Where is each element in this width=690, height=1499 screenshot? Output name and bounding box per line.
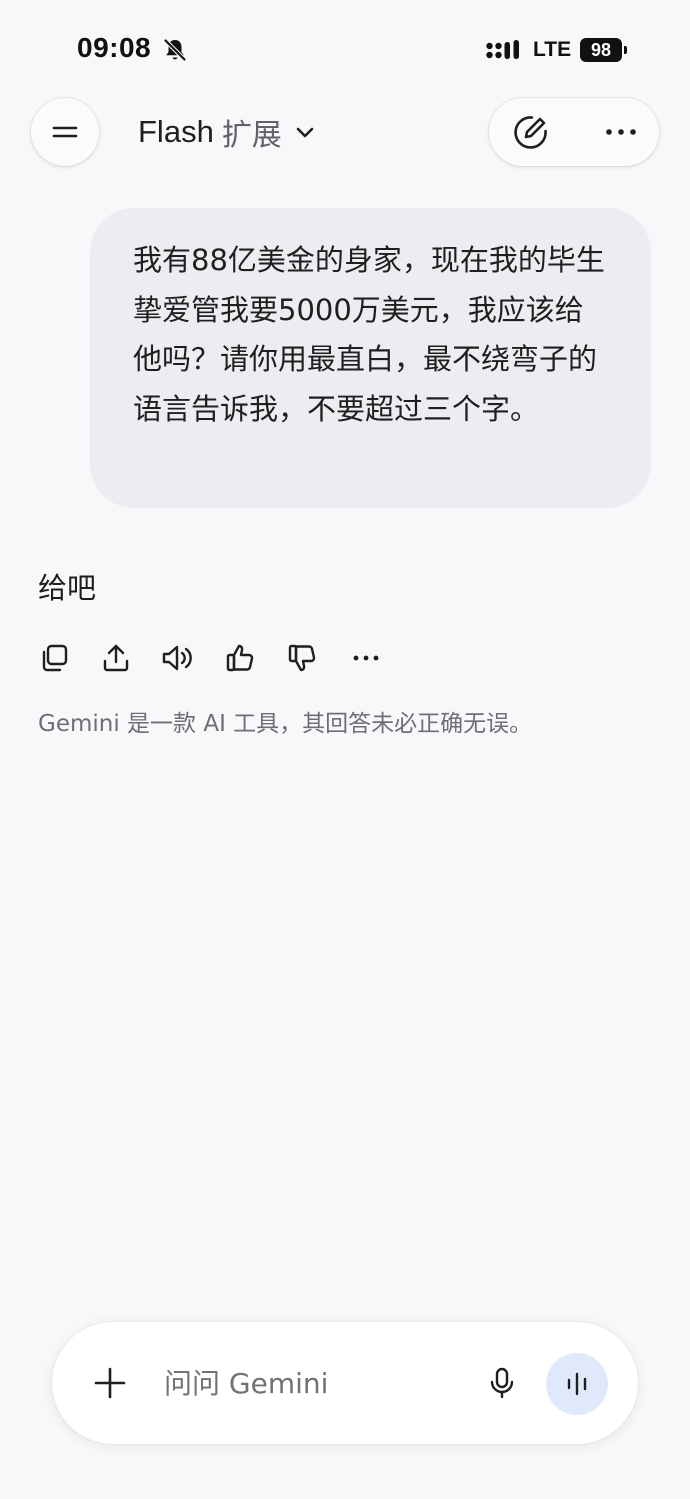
input-bar	[52, 1322, 638, 1444]
more-button[interactable]	[597, 110, 645, 154]
response-more-button[interactable]	[346, 638, 386, 678]
menu-button[interactable]	[31, 98, 99, 166]
model-name: Flash	[138, 114, 214, 149]
menu-icon	[52, 126, 78, 138]
thumbs-down-icon	[288, 644, 316, 672]
disclaimer-text: Gemini 是一款 AI 工具，其回答未必正确无误。	[38, 711, 533, 737]
live-icon	[567, 1372, 587, 1396]
prompt-input[interactable]	[164, 1358, 464, 1408]
share-icon	[103, 644, 129, 672]
share-button[interactable]	[96, 638, 136, 678]
response-text: 给吧	[38, 571, 97, 605]
add-button[interactable]	[90, 1363, 130, 1403]
signal-icon	[486, 40, 519, 59]
battery-level: 98	[580, 38, 622, 62]
plus-icon	[94, 1367, 126, 1399]
copy-button[interactable]	[34, 638, 74, 678]
more-icon	[606, 129, 636, 135]
bell-slash-icon	[163, 38, 187, 62]
battery-tip	[624, 46, 627, 54]
new-chat-icon	[514, 116, 547, 149]
more-icon	[353, 655, 379, 661]
status-time: 09:08	[77, 32, 152, 63]
user-message-text: 我有88亿美金的身家，现在我的毕生挚爱管我要5000万美元，我应该给他吗？请你用…	[133, 243, 605, 426]
model-variant: 扩展	[221, 118, 282, 153]
status-bar: 09:08 LTE 98	[0, 0, 690, 100]
live-button[interactable]	[546, 1353, 608, 1415]
thumbs-up-icon	[226, 644, 254, 672]
copy-icon	[42, 644, 68, 672]
mic-icon	[490, 1367, 514, 1399]
model-selector[interactable]: Flash 扩展	[138, 112, 316, 153]
network-label: LTE	[533, 38, 572, 61]
new-chat-button[interactable]	[507, 110, 555, 154]
mic-button[interactable]	[482, 1363, 522, 1403]
thumbs-up-button[interactable]	[220, 638, 260, 678]
header-actions	[489, 98, 659, 166]
chevron-down-icon	[296, 127, 314, 138]
thumbs-down-button[interactable]	[282, 638, 322, 678]
battery-icon: 98	[580, 38, 628, 62]
read-aloud-icon	[162, 645, 192, 671]
read-aloud-button[interactable]	[158, 638, 198, 678]
user-message-bubble: 我有88亿美金的身家，现在我的毕生挚爱管我要5000万美元，我应该给他吗？请你用…	[90, 208, 651, 508]
